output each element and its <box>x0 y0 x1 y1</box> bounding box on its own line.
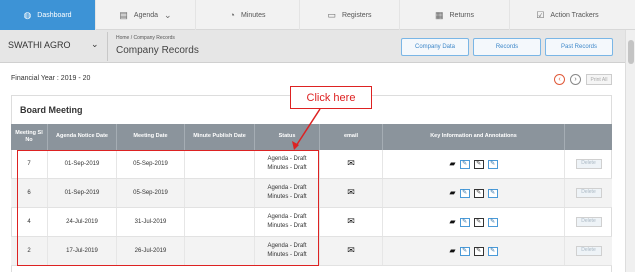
edit-note-icon[interactable]: ✎ <box>487 246 498 256</box>
comment-icon[interactable]: ▰ <box>449 187 455 199</box>
highlight-box <box>17 150 319 266</box>
edit-note-icon[interactable]: ✎ <box>459 246 470 256</box>
nav-registers[interactable]: ▭ Registers <box>300 0 400 30</box>
panel-title: Board Meeting <box>20 105 83 115</box>
cell-actions: Delete <box>565 208 612 236</box>
edit-note-icon[interactable]: ✎ <box>459 217 470 227</box>
edit-note-icon[interactable]: ✎ <box>459 159 470 169</box>
cell-email: ✉ <box>320 208 383 236</box>
edit-note-icon[interactable]: ✎ <box>473 188 484 198</box>
breadcrumb[interactable]: Home / Company Records <box>116 35 175 41</box>
table-header: Meeting Sl No Agenda Notice Date Meeting… <box>11 124 612 150</box>
tab-company-data[interactable]: Company Data <box>401 38 469 56</box>
edit-note-icon[interactable]: ✎ <box>487 159 498 169</box>
cell-actions: Delete <box>565 179 612 207</box>
next-icon[interactable]: › <box>570 74 581 85</box>
comment-icon[interactable]: ▰ <box>449 216 455 228</box>
col-email: email <box>320 124 383 150</box>
nav-returns[interactable]: ▦ Returns <box>400 0 510 30</box>
page-title: Company Records <box>116 45 199 56</box>
edit-note-icon[interactable]: ✎ <box>487 217 498 227</box>
nav-registers-label: Registers <box>341 11 372 19</box>
col-status: Status <box>255 124 320 150</box>
chevron-down-icon: ⌄ <box>164 9 172 20</box>
nav-agenda-label: Agenda <box>133 11 159 19</box>
cell-email: ✉ <box>320 150 383 178</box>
delete-button[interactable]: Delete <box>575 246 602 256</box>
registers-icon: ▭ <box>327 9 336 20</box>
cell-key-information: ▰ ✎ ✎ ✎ <box>383 208 565 236</box>
tab-past-records[interactable]: Past Records <box>545 38 613 56</box>
nav-minutes-label: Minutes <box>240 11 266 19</box>
context-bar: SWATHI AGRO ⌄ Home / Company Records Com… <box>0 30 635 63</box>
edit-note-icon[interactable]: ✎ <box>473 217 484 227</box>
edit-note-icon[interactable]: ✎ <box>473 246 484 256</box>
nav-minutes[interactable]: ◔ Minutes <box>196 0 300 30</box>
delete-button[interactable]: Delete <box>575 188 602 198</box>
email-icon[interactable]: ✉ <box>347 186 355 200</box>
delete-button[interactable]: Delete <box>575 217 602 227</box>
col-actions <box>565 124 612 150</box>
comment-icon[interactable]: ▰ <box>449 158 455 170</box>
col-meeting-date: Meeting Date <box>117 124 185 150</box>
scrollbar-thumb[interactable] <box>628 40 634 64</box>
edit-note-icon[interactable]: ✎ <box>487 188 498 198</box>
click-here-callout: Click here <box>290 86 372 109</box>
cell-key-information: ▰ ✎ ✎ ✎ <box>383 150 565 178</box>
nav-dashboard-label: Dashboard <box>37 11 72 19</box>
delete-button[interactable]: Delete <box>575 159 602 169</box>
financial-year: Financial Year : 2019 - 20 <box>11 75 91 82</box>
cell-actions: Delete <box>565 150 612 178</box>
nav-agenda[interactable]: ▤ Agenda ⌄ <box>96 0 196 30</box>
nav-dashboard[interactable]: ◍ Dashboard <box>0 0 96 30</box>
col-minute-publish-date: Minute Publish Date <box>185 124 255 150</box>
nav-returns-label: Returns <box>449 11 475 19</box>
col-key-information: Key Information and Annotations <box>383 124 565 150</box>
cell-email: ✉ <box>320 179 383 207</box>
print-all-button[interactable]: Print All <box>586 74 612 85</box>
organization-name[interactable]: SWATHI AGRO <box>8 40 71 50</box>
edit-note-icon[interactable]: ✎ <box>473 159 484 169</box>
cell-email: ✉ <box>320 237 383 265</box>
agenda-icon: ▤ <box>119 9 128 20</box>
action-trackers-icon: ☑ <box>536 9 545 20</box>
cell-actions: Delete <box>565 237 612 265</box>
cell-key-information: ▰ ✎ ✎ ✎ <box>383 237 565 265</box>
email-icon[interactable]: ✉ <box>347 157 355 171</box>
dashboard-icon: ◍ <box>23 9 32 20</box>
nav-action-trackers-label: Action Trackers <box>550 11 599 19</box>
comment-icon[interactable]: ▰ <box>449 245 455 257</box>
col-sl-no: Meeting Sl No <box>11 124 48 150</box>
minutes-icon: ◔ <box>229 10 235 20</box>
top-navigation: ◍ Dashboard ▤ Agenda ⌄ ◔ Minutes ▭ Regis… <box>0 0 635 30</box>
returns-icon: ▦ <box>434 9 444 20</box>
divider <box>107 32 108 61</box>
vertical-scrollbar[interactable] <box>625 30 635 272</box>
cell-key-information: ▰ ✎ ✎ ✎ <box>383 179 565 207</box>
org-chevron-down-icon[interactable]: ⌄ <box>91 39 99 50</box>
email-icon[interactable]: ✉ <box>347 215 355 229</box>
email-icon[interactable]: ✉ <box>347 244 355 258</box>
previous-icon[interactable]: ‹ <box>554 74 565 85</box>
nav-action-trackers[interactable]: ☑ Action Trackers <box>510 0 625 30</box>
tab-records[interactable]: Records <box>473 38 541 56</box>
edit-note-icon[interactable]: ✎ <box>459 188 470 198</box>
col-agenda-notice-date: Agenda Notice Date <box>48 124 117 150</box>
